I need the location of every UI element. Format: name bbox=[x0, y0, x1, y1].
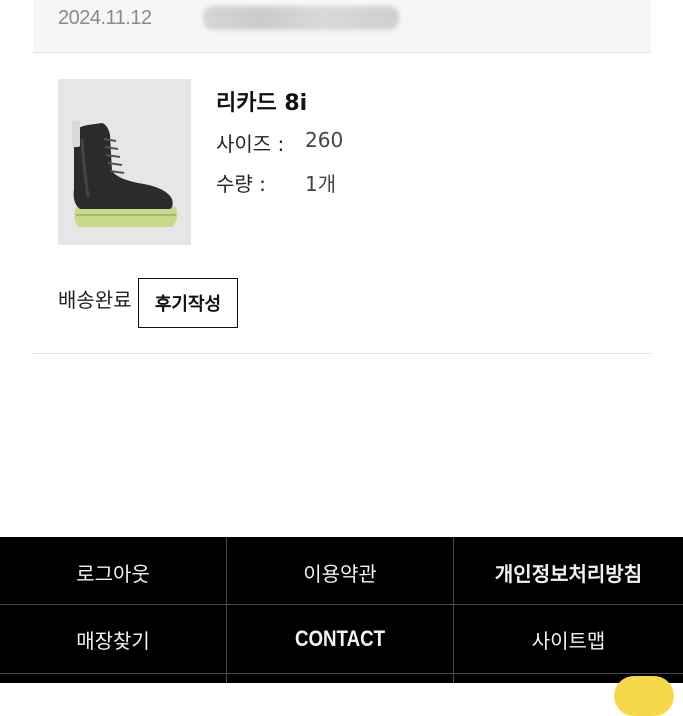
footer-divider-v1 bbox=[226, 537, 227, 683]
delivery-status: 배송완료 bbox=[58, 288, 132, 312]
terms-link[interactable]: 이용약관 bbox=[227, 539, 453, 605]
footer-nav: 로그아웃 이용약관 개인정보처리방침 매장찾기 CONTACT 사이트맵 bbox=[0, 537, 683, 683]
contact-link[interactable]: CONTACT bbox=[244, 606, 436, 672]
quantity-value: 1개 bbox=[305, 172, 337, 196]
size-value: 260 bbox=[305, 128, 344, 152]
chat-bubble-icon[interactable] bbox=[614, 676, 674, 716]
order-date: 2024.11.12 bbox=[58, 7, 152, 29]
footer-divider-bottom bbox=[0, 673, 683, 674]
order-header: 2024.11.12 bbox=[33, 0, 651, 53]
sitemap-link[interactable]: 사이트맵 bbox=[454, 606, 683, 672]
quantity-label: 수량 : bbox=[216, 172, 266, 196]
store-locator-link[interactable]: 매장찾기 bbox=[0, 606, 226, 672]
boot-icon bbox=[58, 79, 191, 245]
privacy-policy-link[interactable]: 개인정보처리방침 bbox=[454, 539, 683, 605]
product-image[interactable] bbox=[58, 79, 191, 245]
footer-divider-h bbox=[0, 604, 683, 605]
footer-divider-v2 bbox=[453, 537, 454, 683]
write-review-button[interactable]: 후기작성 bbox=[138, 278, 238, 328]
blurred-order-number bbox=[203, 6, 399, 30]
logout-link[interactable]: 로그아웃 bbox=[0, 539, 226, 605]
divider bbox=[33, 353, 651, 354]
size-label: 사이즈 : bbox=[216, 132, 285, 156]
product-name[interactable]: 리카드 8i bbox=[216, 85, 307, 117]
